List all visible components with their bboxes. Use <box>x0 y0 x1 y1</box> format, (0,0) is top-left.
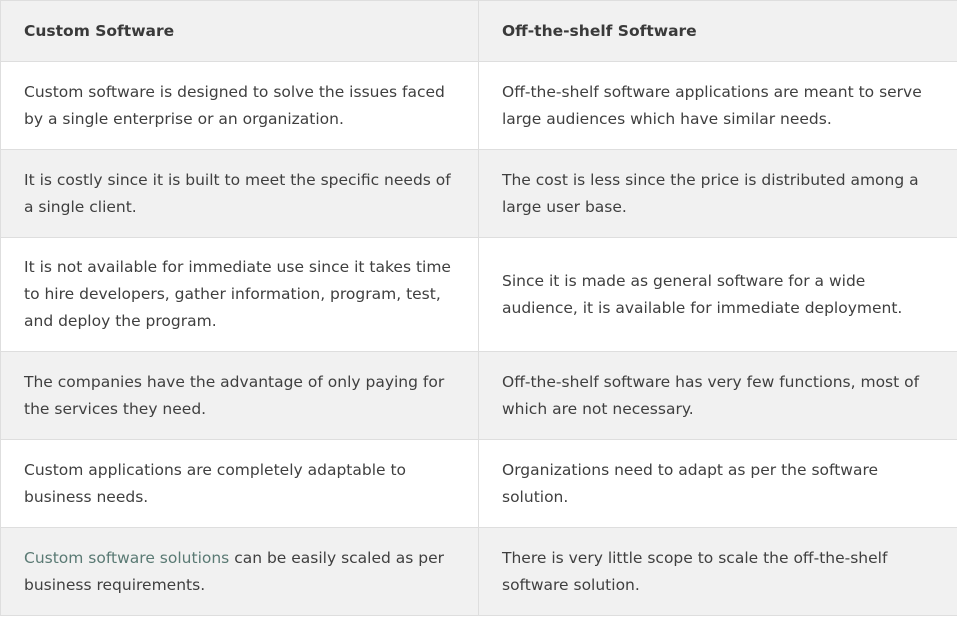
table-row: The companies have the advantage of only… <box>0 351 957 440</box>
cell-offshelf: Off-the-shelf software applications are … <box>478 61 957 150</box>
table-row: Custom applications are completely adapt… <box>0 439 957 528</box>
comparison-table: Custom Software Off-the-shelf Software C… <box>0 0 957 616</box>
cell-offshelf: Organizations need to adapt as per the s… <box>478 439 957 528</box>
header-off-the-shelf-software: Off-the-shelf Software <box>478 0 957 62</box>
cell-offshelf: There is very little scope to scale the … <box>478 527 957 616</box>
cell-offshelf: Off-the-shelf software has very few func… <box>478 351 957 440</box>
cell-custom: It is not available for immediate use si… <box>0 237 479 352</box>
cell-custom: Custom software is designed to solve the… <box>0 61 479 150</box>
cell-custom: The companies have the advantage of only… <box>0 351 479 440</box>
table-header-row: Custom Software Off-the-shelf Software <box>0 0 957 62</box>
cell-custom: Custom applications are completely adapt… <box>0 439 479 528</box>
comparison-table-container: Custom Software Off-the-shelf Software C… <box>0 0 957 620</box>
cell-custom: Custom software solutions can be easily … <box>0 527 479 616</box>
table-row: Custom software solutions can be easily … <box>0 527 957 616</box>
table-row: It is costly since it is built to meet t… <box>0 149 957 238</box>
cell-custom: It is costly since it is built to meet t… <box>0 149 479 238</box>
cell-offshelf: Since it is made as general software for… <box>478 237 957 352</box>
header-custom-software: Custom Software <box>0 0 479 62</box>
table-row: It is not available for immediate use si… <box>0 237 957 352</box>
cell-offshelf: The cost is less since the price is dist… <box>478 149 957 238</box>
custom-software-solutions-link[interactable]: Custom software solutions <box>24 549 229 567</box>
table-row: Custom software is designed to solve the… <box>0 61 957 150</box>
